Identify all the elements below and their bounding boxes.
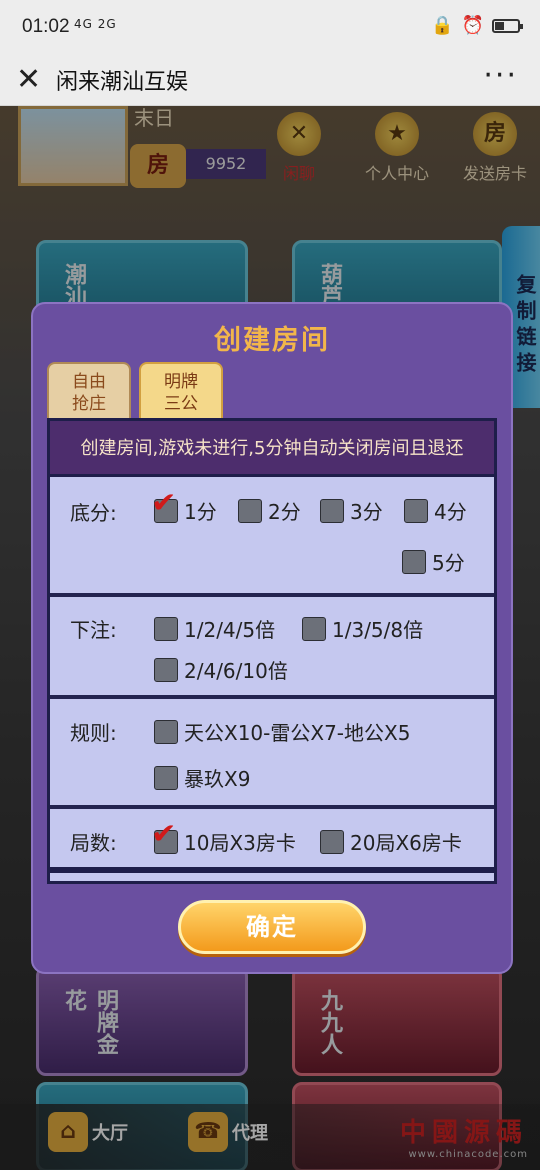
- option-label: 暴玖X9: [184, 767, 251, 791]
- bet-label: 下注:: [70, 618, 117, 642]
- option-label: 1分: [184, 500, 217, 524]
- game-mode-tabs: 自由 抢庄 明牌 三公: [47, 362, 223, 420]
- option-label: 20局X6房卡: [350, 831, 462, 855]
- bet-option-1[interactable]: 1/2/4/5倍: [154, 614, 275, 643]
- base-score-section: 底分: ✔ 1分 2分 3分 4分 5分: [50, 477, 494, 597]
- tab-label: 自由: [72, 372, 106, 392]
- checkbox[interactable]: [154, 657, 178, 682]
- checkbox[interactable]: [238, 498, 262, 523]
- bet-option-2[interactable]: 1/3/5/8倍: [302, 614, 423, 643]
- base-score-option-5[interactable]: 5分: [402, 547, 465, 576]
- battery-icon: [492, 18, 523, 33]
- option-label: 3分: [350, 500, 383, 524]
- option-label: 10局X3房卡: [184, 831, 296, 855]
- tab-label: 明牌: [164, 372, 198, 392]
- option-label: 4分: [434, 500, 467, 524]
- rules-label: 规则:: [70, 721, 117, 745]
- tab-mingpai-sangong[interactable]: 明牌 三公: [139, 362, 223, 420]
- options-panel: 创建房间,游戏未进行,5分钟自动关闭房间且退还 底分: ✔ 1分 2分 3分 4…: [47, 418, 497, 884]
- checkbox[interactable]: ✔: [151, 486, 178, 523]
- base-score-label: 底分:: [70, 501, 117, 525]
- checkbox[interactable]: [402, 549, 426, 574]
- checkbox[interactable]: [320, 498, 344, 523]
- rules-option-2[interactable]: 暴玖X9: [154, 763, 250, 792]
- bet-section: 下注: 1/2/4/5倍 1/3/5/8倍 2/4/6/10倍: [50, 597, 494, 699]
- nav-bar: ✕ 闲来潮汕互娱 ···: [0, 56, 540, 106]
- alarm-icon: ⏰: [461, 15, 484, 36]
- base-score-option-3[interactable]: 3分: [320, 496, 383, 525]
- option-label: 2/4/6/10倍: [184, 659, 288, 683]
- checkbox[interactable]: [302, 616, 326, 641]
- rules-option-1[interactable]: 天公X10-雷公X7-地公X5: [154, 717, 410, 746]
- tab-label: 三公: [164, 394, 198, 414]
- tab-label: 抢庄: [72, 394, 106, 414]
- more-icon[interactable]: ···: [483, 58, 518, 93]
- dialog-title: 创建房间: [214, 325, 330, 356]
- rounds-option-1[interactable]: ✔ 10局X3房卡: [151, 817, 296, 856]
- bet-option-3[interactable]: 2/4/6/10倍: [154, 655, 288, 684]
- option-label: 1/3/5/8倍: [332, 618, 424, 642]
- rounds-section: 局数: ✔ 10局X3房卡 20局X6房卡: [50, 809, 494, 873]
- notice-text: 创建房间,游戏未进行,5分钟自动关闭房间且退还: [50, 421, 494, 477]
- base-score-option-1[interactable]: ✔ 1分: [151, 486, 217, 525]
- confirm-button[interactable]: 确定: [178, 900, 366, 954]
- checkbox[interactable]: ✔: [151, 817, 178, 854]
- base-score-option-2[interactable]: 2分: [238, 496, 301, 525]
- create-room-dialog: 创建房间 自由 抢庄 明牌 三公 创建房间,游戏未进行,5分钟自动关闭房间且退还…: [31, 302, 513, 974]
- check-icon: ✔: [150, 485, 177, 519]
- close-icon[interactable]: ✕: [16, 62, 41, 97]
- rounds-label: 局数:: [70, 831, 117, 855]
- status-time: 01:02: [22, 16, 70, 37]
- option-label: 2分: [268, 500, 301, 524]
- option-label: 天公X10-雷公X7-地公X5: [184, 721, 411, 745]
- option-label: 5分: [432, 551, 465, 575]
- rounds-option-2[interactable]: 20局X6房卡: [320, 827, 462, 856]
- tab-free-banker[interactable]: 自由 抢庄: [47, 362, 131, 420]
- rules-section: 规则: 天公X10-雷公X7-地公X5 暴玖X9: [50, 699, 494, 809]
- status-bar: 01:02 4G 2G 🔒 ⏰: [0, 0, 540, 56]
- checkbox[interactable]: [404, 498, 428, 523]
- checkbox[interactable]: [154, 765, 178, 790]
- lock-icon: 🔒: [431, 15, 454, 36]
- signal-indicator: 4G 2G: [74, 17, 117, 31]
- status-icons: 🔒 ⏰: [431, 15, 523, 36]
- page-title: 闲来潮汕互娱: [56, 70, 189, 95]
- check-icon: ✔: [150, 816, 177, 850]
- checkbox[interactable]: [154, 719, 178, 744]
- checkbox[interactable]: [320, 829, 344, 854]
- checkbox[interactable]: [154, 616, 178, 641]
- option-label: 1/2/4/5倍: [184, 618, 276, 642]
- base-score-option-4[interactable]: 4分: [404, 496, 467, 525]
